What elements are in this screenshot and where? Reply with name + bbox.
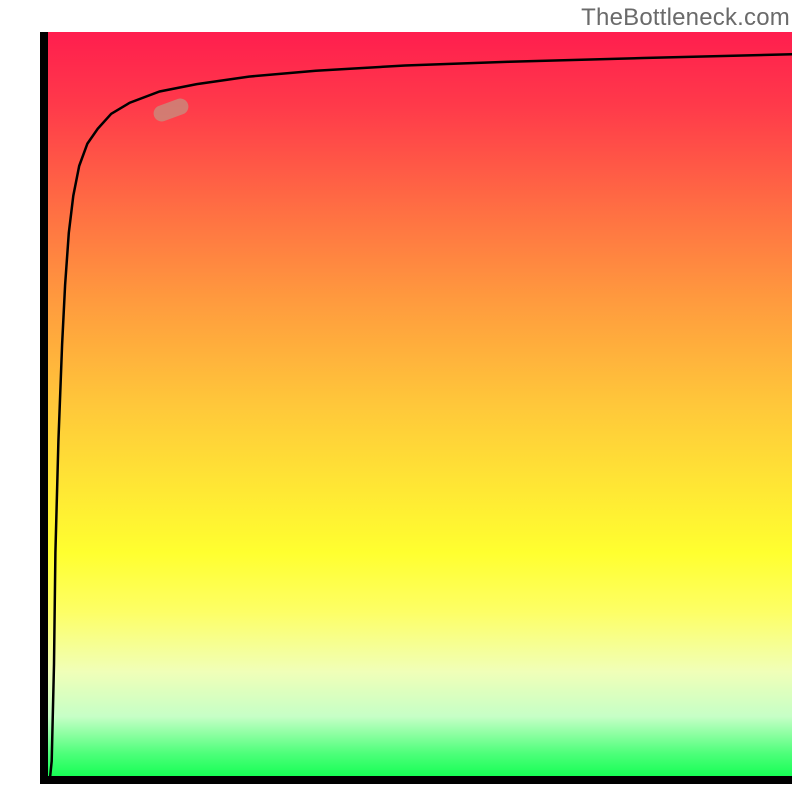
curve-path (50, 54, 792, 776)
plot-frame (40, 32, 792, 784)
curve-marker (151, 96, 190, 123)
plot-background-gradient (48, 32, 792, 776)
curve-svg (48, 32, 792, 776)
watermark-label: TheBottleneck.com (581, 4, 790, 32)
chart-canvas: TheBottleneck.com (0, 0, 800, 800)
